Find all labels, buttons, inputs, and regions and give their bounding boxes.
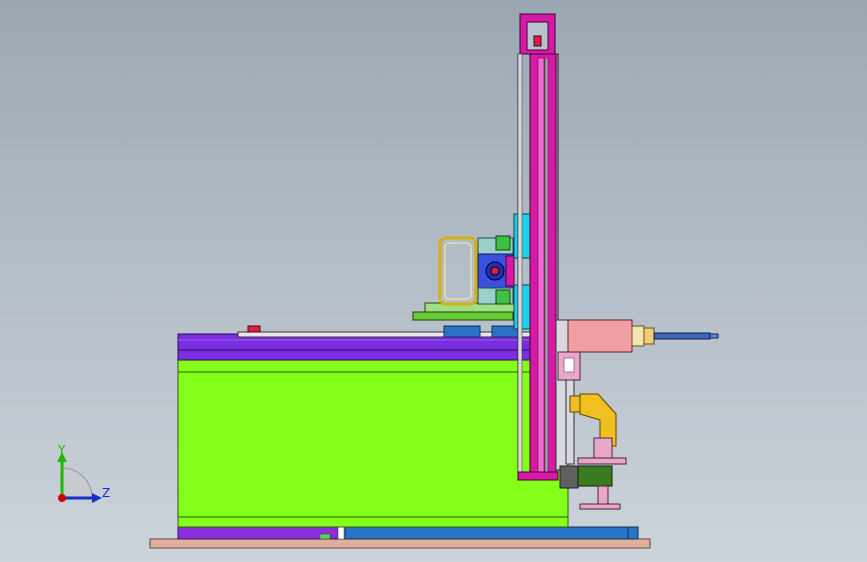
column-foot	[517, 471, 559, 481]
z-axis-label: Z	[102, 486, 110, 500]
z-axis-arrow	[92, 493, 102, 503]
bearing-side	[505, 255, 515, 287]
machine-model: Y Z	[57, 13, 719, 549]
bearing-core	[490, 266, 500, 276]
loop-frame-inner	[444, 242, 472, 300]
axis-triad: Y Z	[57, 443, 110, 503]
base-foot-small	[319, 533, 331, 540]
cad-viewport[interactable]: Y Z	[0, 0, 867, 562]
spindle-shaft	[653, 332, 711, 340]
side-arm	[565, 379, 575, 465]
slide-rail-stop	[247, 325, 261, 333]
column-inner-rail	[537, 57, 545, 475]
base-end-block	[627, 526, 639, 540]
column-screw	[544, 57, 549, 475]
column-top-pin	[533, 35, 542, 47]
y-axis-label: Y	[57, 443, 66, 457]
motor-body	[567, 319, 633, 353]
fixture-green-block	[577, 465, 613, 487]
triad-origin	[58, 494, 66, 502]
spindle-tip	[709, 333, 719, 339]
cabinet-body	[177, 359, 569, 528]
column-left-rail	[517, 53, 523, 481]
bracket-green-upper	[495, 235, 511, 251]
bracket-green-lower	[495, 289, 511, 305]
motor-flange	[631, 325, 645, 347]
base-rail-right	[344, 526, 631, 540]
carriage-plate	[412, 311, 514, 321]
fixture-dark-block	[559, 465, 579, 489]
base-post	[337, 526, 345, 540]
fixture-pink-stem	[597, 485, 609, 505]
fixture-pink-bar	[577, 457, 627, 465]
fixture-yellow-tab	[569, 395, 581, 413]
cabinet-top	[177, 333, 569, 361]
rail-block-1	[443, 325, 481, 338]
triad-arc	[61, 467, 93, 499]
base-plate	[149, 538, 651, 549]
base-rail-left	[177, 526, 339, 540]
motor-coupler	[643, 327, 655, 345]
fixture-pink-post	[593, 437, 613, 459]
fixture-pink-foot	[579, 503, 621, 510]
side-bracket-window	[563, 357, 575, 373]
